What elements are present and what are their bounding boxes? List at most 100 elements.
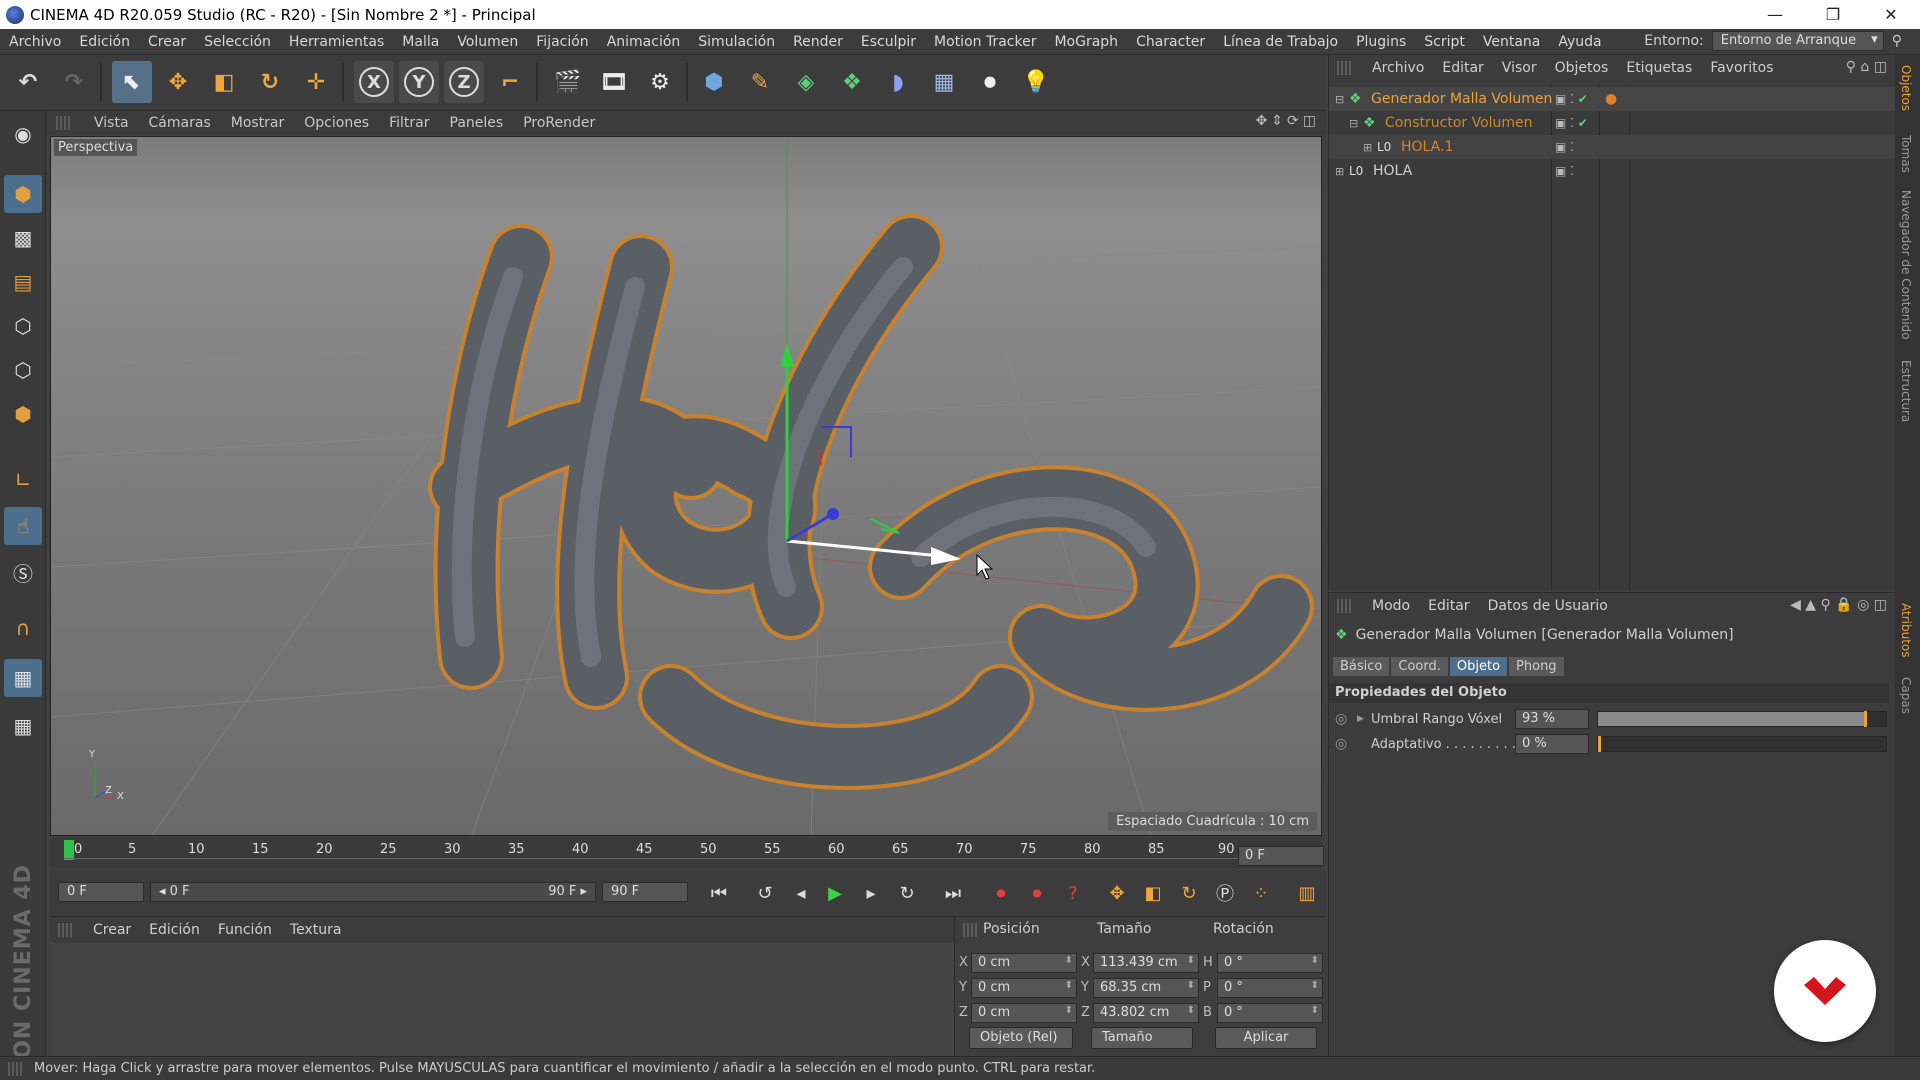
workplane-lock-icon[interactable]: ▦ — [4, 659, 42, 697]
attribute-panel-grip-icon[interactable] — [1337, 599, 1351, 613]
visibility-dots-icon[interactable]: ▣ ⁚ — [1555, 164, 1574, 178]
cube-object-icon[interactable]: ⬢ — [694, 61, 734, 103]
attribute-nav-icons[interactable]: ◀ ▲ ⚲ 🔒 ◎ ◫ — [1790, 597, 1887, 613]
object-manager-tools-icon[interactable]: ⚲ ⌂ ◫ — [1846, 59, 1887, 75]
pos-z-field[interactable]: 0 cm — [971, 1003, 1077, 1023]
next-frame-icon[interactable]: ▸ — [856, 878, 886, 908]
animate-param-icon[interactable]: ◎ — [1335, 711, 1347, 727]
previous-key-icon[interactable]: ↺ — [750, 878, 780, 908]
light-icon[interactable]: 💡 — [1016, 61, 1056, 103]
current-frame-field[interactable]: 0 F — [1238, 846, 1324, 866]
record-active-objects-icon[interactable]: ⏺ — [986, 878, 1016, 908]
3d-viewport[interactable]: Y Z X Espaciado Cuadrícula : 10 cm — [50, 136, 1322, 836]
render-settings-icon[interactable]: ⚙ — [640, 61, 680, 103]
pos-y-field[interactable]: 0 cm — [971, 978, 1077, 998]
object-name[interactable]: Constructor Volumen — [1385, 115, 1533, 131]
menu-herramientas[interactable]: Herramientas — [280, 34, 393, 50]
object-row[interactable]: ⊟ ❖ Constructor Volumen ▣ ⁚ ✔ — [1329, 111, 1896, 135]
side-tab-objetos[interactable]: Objetos — [1899, 65, 1913, 111]
objects-menu-archivo[interactable]: Archivo — [1363, 60, 1433, 76]
render-view-icon[interactable]: 🎬 — [548, 61, 588, 103]
model-mode-icon[interactable]: ⬢ — [4, 175, 42, 213]
snapping-icon[interactable]: Ⓢ — [4, 553, 42, 591]
object-name[interactable]: Generador Malla Volumen — [1371, 91, 1552, 107]
viewport-menu-prorender[interactable]: ProRender — [513, 115, 605, 131]
material-menu-funcion[interactable]: Función — [209, 922, 281, 938]
points-mode-icon[interactable]: ⬡ — [4, 307, 42, 345]
object-name[interactable]: HOLA.1 — [1401, 139, 1453, 155]
side-tab-tomas[interactable]: Tomas — [1899, 135, 1913, 173]
rot-p-field[interactable]: 0 ° — [1217, 978, 1323, 998]
slider-thumb[interactable] — [1864, 711, 1867, 727]
record-point-level-icon[interactable]: ⁘ — [1246, 878, 1276, 908]
objects-menu-etiquetas[interactable]: Etiquetas — [1617, 60, 1701, 76]
size-mode-select[interactable]: Tamaño — [1091, 1027, 1193, 1049]
record-parameter-icon[interactable]: Ⓟ — [1210, 878, 1240, 908]
visibility-dots-icon[interactable]: ▣ ⁚ ✔ — [1555, 116, 1588, 130]
move-icon[interactable]: ✥ — [158, 61, 198, 103]
timeline-ruler[interactable]: 0 5 10 15 20 25 30 35 40 45 50 55 60 65 … — [50, 838, 1322, 868]
magnet-icon[interactable]: ∩ — [4, 609, 42, 647]
edges-mode-icon[interactable]: ⬡ — [4, 351, 42, 389]
viewport-menu-opciones[interactable]: Opciones — [294, 115, 379, 131]
camera-icon[interactable]: ⏺ — [970, 61, 1010, 103]
objects-menu-visor[interactable]: Visor — [1493, 60, 1546, 76]
workplane-mode-icon[interactable]: ▤ — [4, 263, 42, 301]
go-to-start-icon[interactable]: ⏮ — [704, 878, 734, 908]
umbral-value-field[interactable]: 93 % — [1515, 709, 1589, 729]
interpolation-icon[interactable]: ▥ — [1292, 878, 1322, 908]
visibility-dots-icon[interactable]: ▣ ⁚ ✔ — [1555, 92, 1588, 106]
viewport-menu-mostrar[interactable]: Mostrar — [221, 115, 295, 131]
material-menu-edicion[interactable]: Edición — [140, 922, 209, 938]
expand-icon[interactable]: ⊞ — [1335, 165, 1344, 178]
menu-animacion[interactable]: Animación — [598, 34, 690, 50]
objects-menu-editar[interactable]: Editar — [1433, 60, 1492, 76]
menu-character[interactable]: Character — [1127, 34, 1214, 50]
coordinate-mode-select[interactable]: Objeto (Rel) — [969, 1027, 1073, 1049]
size-z-field[interactable]: 43.802 cm — [1093, 1003, 1199, 1023]
side-tab-estructura[interactable]: Estructura — [1899, 360, 1913, 422]
menu-fijacion[interactable]: Fijación — [527, 34, 597, 50]
keyframe-selection-icon[interactable]: ? — [1058, 878, 1088, 908]
adaptativo-slider[interactable] — [1597, 736, 1887, 752]
entorno-select[interactable]: Entorno de Arranque — [1711, 31, 1884, 51]
deformer-icon[interactable]: ◗ — [878, 61, 918, 103]
side-tab-navegador[interactable]: Navegador de Contenido — [1899, 190, 1913, 340]
rot-h-field[interactable]: 0 ° — [1217, 953, 1323, 973]
minimize-button[interactable]: — — [1746, 0, 1804, 29]
axis-z-lock-button[interactable]: Z — [444, 61, 484, 103]
tab-basico[interactable]: Básico — [1333, 657, 1390, 676]
objects-menu-objetos[interactable]: Objetos — [1546, 60, 1618, 76]
menu-esculpir[interactable]: Esculpir — [852, 34, 925, 50]
start-frame-field[interactable]: 0 F — [58, 882, 144, 902]
redo-icon[interactable]: ↷ — [54, 61, 94, 103]
slider-thumb[interactable] — [1598, 736, 1601, 752]
next-key-icon[interactable]: ↻ — [892, 878, 922, 908]
go-to-end-icon[interactable]: ⏭ — [938, 878, 968, 908]
axis-mode-icon[interactable]: ∟ — [4, 461, 42, 499]
pen-spline-icon[interactable]: ✎ — [740, 61, 780, 103]
maximize-button[interactable]: ❐ — [1804, 0, 1862, 29]
record-scale-icon[interactable]: ◧ — [1138, 878, 1168, 908]
visibility-dots-icon[interactable]: ▣ ⁚ — [1555, 140, 1574, 154]
tab-phong[interactable]: Phong — [1509, 657, 1564, 676]
axis-y-lock-button[interactable]: Y — [399, 61, 439, 103]
animate-param-icon[interactable]: ◎ — [1335, 736, 1347, 752]
menu-crear[interactable]: Crear — [139, 34, 195, 50]
object-row[interactable]: ⊟ ❖ Generador Malla Volumen ▣ ⁚ ✔ ● — [1329, 87, 1896, 111]
material-menu-crear[interactable]: Crear — [84, 922, 140, 938]
coord-panel-grip-icon[interactable] — [963, 923, 977, 937]
panel-grip-icon[interactable] — [56, 116, 70, 130]
adaptativo-value-field[interactable]: 0 % — [1515, 734, 1589, 754]
menu-seleccion[interactable]: Selección — [195, 34, 280, 50]
object-name[interactable]: HOLA — [1373, 163, 1412, 179]
search-icon[interactable]: ⚲ — [1892, 33, 1902, 49]
menu-plugins[interactable]: Plugins — [1347, 34, 1415, 50]
expand-triangle-icon[interactable]: ▶ — [1357, 714, 1364, 724]
viewport-menu-vista[interactable]: Vista — [84, 115, 139, 131]
material-panel-grip-icon[interactable] — [58, 923, 72, 937]
object-panel-grip-icon[interactable] — [1337, 61, 1351, 75]
collapse-icon[interactable]: ⊟ — [1349, 117, 1358, 130]
cloner-icon[interactable]: ❖ — [832, 61, 872, 103]
menu-volumen[interactable]: Volumen — [448, 34, 527, 50]
